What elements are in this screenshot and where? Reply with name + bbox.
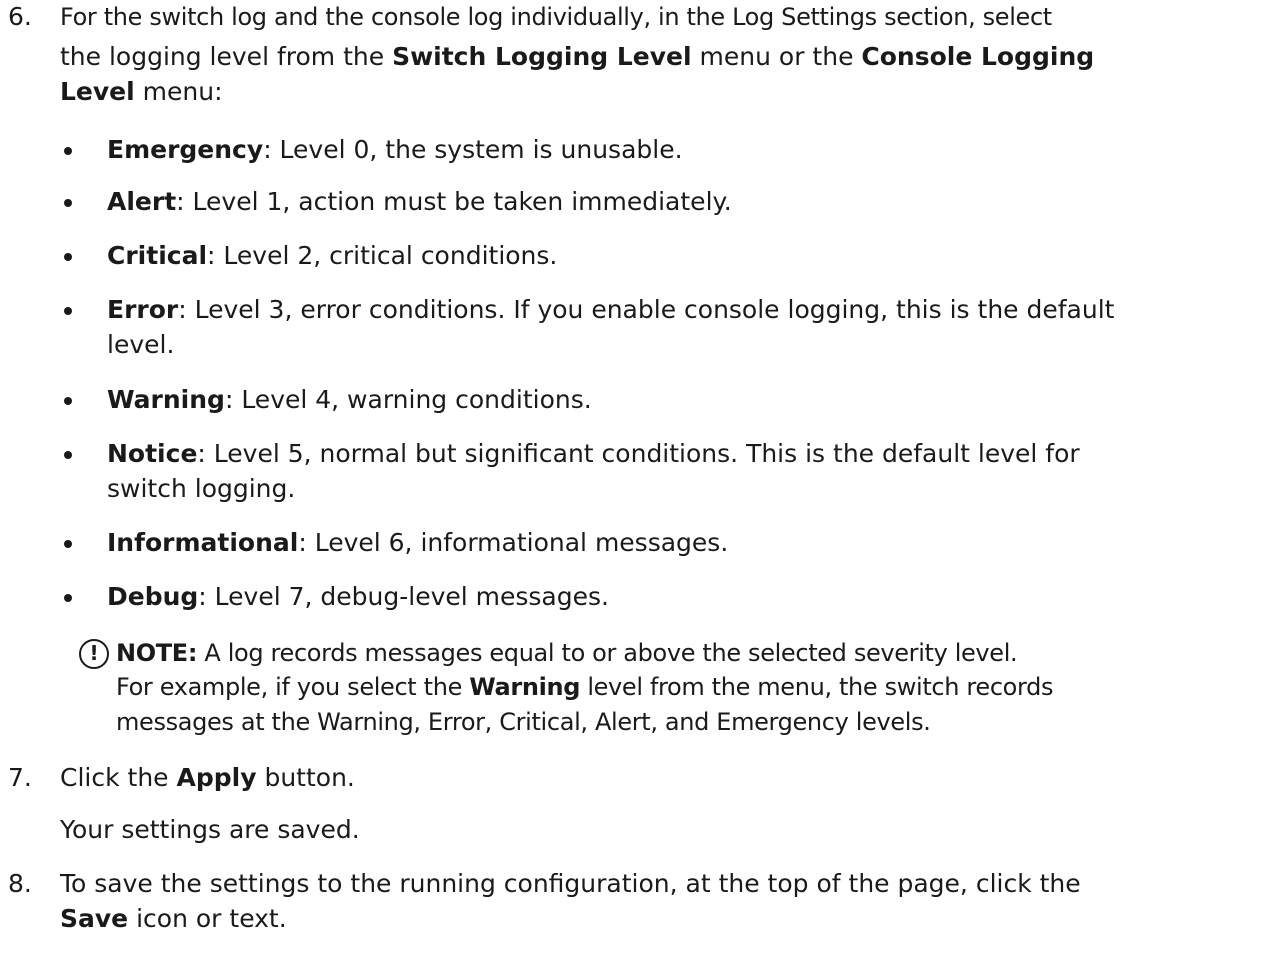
step-text-line: For the switch log and the console log i… <box>60 2 1052 32</box>
level-name: Informational <box>107 528 299 557</box>
logging-level-item: Debug: Level 7, debug-level messages. <box>107 582 609 612</box>
level-name: Warning <box>107 385 225 414</box>
exclamation-glyph: ! <box>89 641 99 665</box>
logging-level-item: Alert: Level 1, action must be taken imm… <box>107 187 732 217</box>
level-name: Alert <box>107 187 177 216</box>
step-number: 6. <box>8 2 32 31</box>
logging-level-item: Critical: Level 2, critical conditions. <box>107 241 557 271</box>
level-description-continued: level. <box>107 330 175 359</box>
step-result: Your settings are saved. <box>60 815 360 844</box>
level-description: : Level 2, critical conditions. <box>207 241 558 270</box>
level-description: : Level 5, normal but significant condit… <box>197 439 1080 468</box>
level-name: Notice <box>107 439 198 468</box>
note-text-line: NOTE: A log records messages equal to or… <box>116 638 1018 668</box>
bold-term: Switch Logging Level <box>392 42 692 71</box>
bold-term: Warning <box>469 673 581 701</box>
note-text-line: For example, if you select the Warning l… <box>116 672 1053 702</box>
bullet-icon <box>64 451 72 459</box>
level-description: : Level 1, action must be taken immediat… <box>176 187 732 216</box>
text-run: To save the settings to the running conf… <box>60 869 1081 898</box>
text-run: menu: <box>134 77 223 106</box>
bullet-icon <box>64 397 72 405</box>
text-run: level from the menu, the switch records <box>580 673 1054 701</box>
document-page: 6. For the switch log and the console log… <box>0 0 1273 964</box>
note-text-line: messages at the Warning, Error, Critical… <box>116 707 931 737</box>
step-text-line: Click the Apply button. <box>60 763 355 793</box>
level-name: Critical <box>107 241 208 270</box>
level-name: Emergency <box>107 135 264 164</box>
bullet-icon <box>64 253 72 261</box>
step-text-line: Level menu: <box>60 77 223 107</box>
step-text-line: To save the settings to the running conf… <box>60 869 1081 899</box>
text-run: A log records messages equal to or above… <box>197 639 1018 667</box>
text-run: menu or the <box>691 42 862 71</box>
text-run: messages at the Warning, Error, Critical… <box>116 708 931 736</box>
exclamation-circle-icon: ! <box>79 639 109 669</box>
bullet-icon <box>64 199 72 207</box>
note-label: NOTE: <box>116 639 198 667</box>
level-description: : Level 7, debug-level messages. <box>198 582 609 611</box>
bullet-icon <box>64 540 72 548</box>
text-run: For the switch log and the console log i… <box>60 3 1052 31</box>
level-description: : Level 0, the system is unusable. <box>263 135 683 164</box>
logging-level-item: Warning: Level 4, warning conditions. <box>107 385 592 415</box>
bold-term: Save <box>60 904 129 933</box>
logging-level-item: Error: Level 3, error conditions. If you… <box>107 295 1114 325</box>
bullet-icon <box>64 594 72 602</box>
text-run: For example, if you select the <box>116 673 470 701</box>
text-run: icon or text. <box>128 904 287 933</box>
level-description: : Level 6, informational messages. <box>298 528 729 557</box>
bold-term: Level <box>60 77 135 106</box>
step-number: 8. <box>8 869 32 898</box>
logging-level-item: Emergency: Level 0, the system is unusab… <box>107 135 683 165</box>
bold-term: Apply <box>176 763 257 792</box>
logging-level-item: Informational: Level 6, informational me… <box>107 528 728 558</box>
step-text-line: Save icon or text. <box>60 904 287 934</box>
level-name: Debug <box>107 582 199 611</box>
level-description: : Level 4, warning conditions. <box>224 385 592 414</box>
text-run: Click the <box>60 763 177 792</box>
bullet-icon <box>64 307 72 315</box>
level-description-continued: switch logging. <box>107 474 296 503</box>
bullet-icon <box>64 147 72 155</box>
text-run: button. <box>256 763 355 792</box>
logging-level-item: Notice: Level 5, normal but significant … <box>107 439 1080 469</box>
level-description: : Level 3, error conditions. If you enab… <box>178 295 1115 324</box>
bold-term: Console Logging <box>861 42 1095 71</box>
step-number: 7. <box>8 763 32 792</box>
level-name: Error <box>107 295 179 324</box>
text-run: the logging level from the <box>60 42 393 71</box>
step-text-line: the logging level from the Switch Loggin… <box>60 42 1094 72</box>
